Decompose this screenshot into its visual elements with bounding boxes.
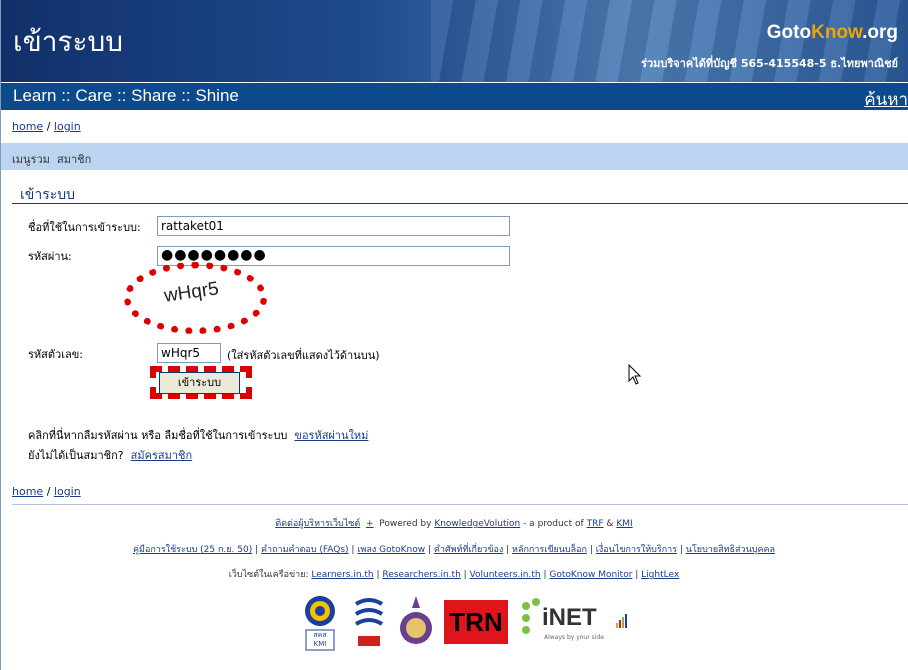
university-seal-icon[interactable] xyxy=(398,594,434,652)
menu-bar: เมนูรวม สมาชิก xyxy=(1,143,908,170)
knowledgevolution-link[interactable]: KnowledgeVolution xyxy=(434,519,520,529)
network-link-monitor[interactable]: GotoKnow Monitor xyxy=(549,570,632,580)
logo-org: .org xyxy=(862,22,898,43)
register-link[interactable]: สมัครสมาชิก xyxy=(131,449,193,462)
footer-links: คู่มือการใช้ระบบ (25 ก.ย. 50) | คำถามคำต… xyxy=(132,545,775,555)
contact-admin-link[interactable]: ติดต่อผู้บริหารเว็บไซต์ xyxy=(275,519,360,529)
site-header: เข้าระบบ GotoKnow.org ร่วมบริจาคได้ที่บั… xyxy=(1,0,908,82)
reset-password-link[interactable]: ขอรหัสผ่านใหม่ xyxy=(294,429,368,442)
inet-tagline: Always by your side xyxy=(544,634,604,641)
search-link[interactable]: ค้นหา xyxy=(864,86,908,113)
kmi-logo[interactable]: สคส KMI xyxy=(300,594,340,652)
not-member-text: ยังไม่ได้เป็นสมาชิก? xyxy=(28,449,124,462)
captcha-hint: (ใส่รหัสตัวเลขที่แสดงไว้ด้านบน) xyxy=(227,349,380,362)
logo-goto: Goto xyxy=(766,22,812,43)
footer-link-privacy[interactable]: นโยบายสิทธิส่วนบุคคล xyxy=(686,545,775,555)
password-label: รหัสผ่าน: xyxy=(28,250,72,263)
footer-breadcrumb: home / login xyxy=(12,485,81,498)
username-input[interactable] xyxy=(157,216,510,236)
powered-by-text: Powered by xyxy=(379,519,432,529)
footer-link-terms[interactable]: เงื่อนไขการให้บริการ xyxy=(596,545,677,555)
page-title: เข้าระบบ xyxy=(13,25,124,58)
footer-breadcrumb-login-link[interactable]: login xyxy=(54,485,81,498)
trn-logo[interactable]: TRN xyxy=(444,600,508,644)
kmi-link[interactable]: KMI xyxy=(616,519,632,529)
code-label: รหัสตัวเลข: xyxy=(28,348,83,361)
logo-know: Know xyxy=(811,22,863,43)
inet-logo[interactable]: iNET Always by your side xyxy=(516,594,636,652)
footer-network: เว็บไซต์ในเครือข่าย: Learners.in.th | Re… xyxy=(228,570,680,580)
product-of-text: - a product of xyxy=(523,519,584,529)
tagline-bar: Learn :: Care :: Share :: Shine ค้นหา xyxy=(1,83,908,110)
signal-bars-icon xyxy=(616,614,627,628)
amp-text: & xyxy=(606,519,614,529)
register-row: ยังไม่ได้เป็นสมาชิก? สมัครสมาชิก xyxy=(28,446,192,464)
network-link-lightlex[interactable]: LightLex xyxy=(641,570,679,580)
breadcrumb-home-link[interactable]: home xyxy=(12,120,43,133)
login-button[interactable]: เข้าระบบ xyxy=(159,372,240,394)
footer-breadcrumb-separator: / xyxy=(46,485,51,498)
section-divider xyxy=(12,203,908,204)
network-link-researchers[interactable]: Researchers.in.th xyxy=(382,570,460,580)
inet-logo-text: iNET xyxy=(542,604,597,631)
breadcrumb-login-link[interactable]: login xyxy=(54,120,81,133)
network-link-volunteers[interactable]: Volunteers.in.th xyxy=(470,570,541,580)
srs-logo-icon[interactable] xyxy=(352,594,386,652)
menu-item-member[interactable]: สมาชิก xyxy=(57,150,91,168)
footer-breadcrumb-home-link[interactable]: home xyxy=(12,485,43,498)
captcha-input[interactable] xyxy=(157,343,221,363)
footer-link-song[interactable]: เพลง GotoKnow xyxy=(357,545,425,555)
donation-text: ร่วมบริจาคได้ที่บัญชี 565-415548-5 ธ.ไทย… xyxy=(641,57,898,70)
username-label: ชื่อที่ใช้ในการเข้าระบบ: xyxy=(28,221,141,234)
plus-link[interactable]: + xyxy=(366,519,374,529)
tagline: Learn :: Care :: Share :: Shine xyxy=(13,86,239,105)
forgot-password-row: คลิกที่นี่หากลืมรหัสผ่าน หรือ ลืมชื่อที่… xyxy=(28,426,368,444)
breadcrumb-separator: / xyxy=(46,120,51,133)
footer-link-manual[interactable]: คู่มือการใช้ระบบ (25 ก.ย. 50) xyxy=(133,545,252,555)
footer-credits: ติดต่อผู้บริหารเว็บไซต์ + Powered by Kno… xyxy=(0,516,908,530)
kmi-logo-text: สคส KMI xyxy=(313,631,327,648)
network-label: เว็บไซต์ในเครือข่าย: xyxy=(228,570,309,580)
breadcrumb: home / login xyxy=(12,120,81,133)
footer-link-blogging[interactable]: หลักการเขียนบล็อก xyxy=(512,545,587,555)
footer-divider xyxy=(12,504,908,505)
trn-logo-text: TRN xyxy=(449,607,503,637)
footer-link-glossary[interactable]: คำศัพท์ที่เกี่ยวข้อง xyxy=(434,545,503,555)
mouse-pointer-icon xyxy=(628,363,642,389)
footer-link-faq[interactable]: คำถามคำตอบ (FAQs) xyxy=(261,545,349,555)
menu-item-main[interactable]: เมนูรวม xyxy=(12,150,50,168)
gotoknow-logo[interactable]: GotoKnow.org xyxy=(767,22,898,44)
forgot-password-text: คลิกที่นี่หากลืมรหัสผ่าน หรือ ลืมชื่อที่… xyxy=(28,429,288,442)
trf-link[interactable]: TRF xyxy=(587,519,604,529)
network-link-learners[interactable]: Learners.in.th xyxy=(311,570,373,580)
